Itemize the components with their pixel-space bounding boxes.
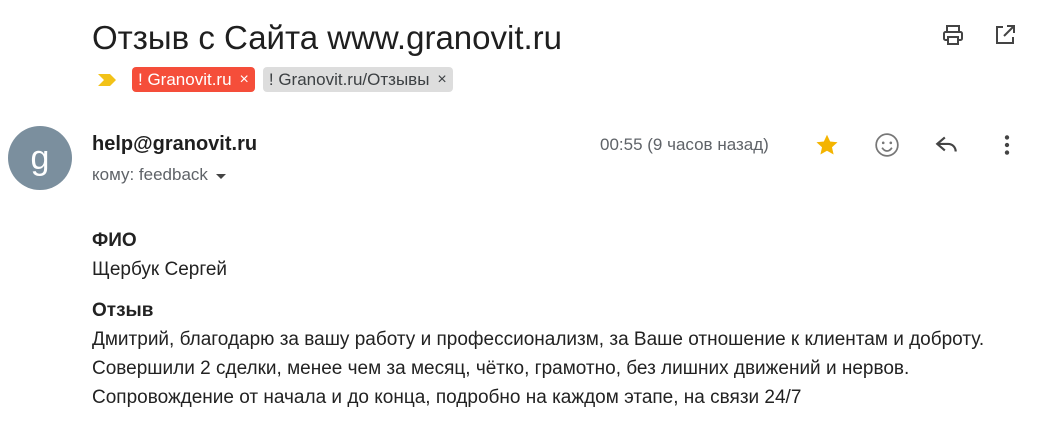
review-field-label: Отзыв [92, 300, 154, 321]
open-in-new-icon[interactable] [990, 20, 1020, 50]
label-chip-text: ! Granovit.ru [138, 69, 232, 89]
more-vert-icon[interactable] [992, 130, 1022, 160]
remove-label-icon[interactable]: × [437, 71, 446, 89]
remove-label-icon[interactable]: × [240, 71, 249, 89]
avatar-letter: g [30, 138, 50, 177]
review-line: Дмитрий, благодарю за вашу работу и проф… [92, 329, 985, 350]
star-icon[interactable] [812, 130, 842, 160]
recipient-text: кому: feedback [92, 165, 208, 184]
emoji-icon[interactable] [872, 130, 902, 160]
name-field-label: ФИО [92, 230, 137, 251]
label-chip-text: ! Granovit.ru/Отзывы [268, 69, 430, 89]
review-line: Сопровождение от начала и до конца, подр… [92, 387, 802, 408]
avatar[interactable]: g [8, 126, 72, 190]
chevron-down-icon[interactable] [215, 173, 226, 179]
reply-icon[interactable] [932, 130, 962, 160]
top-actions [938, 20, 1020, 50]
email-subject: Отзыв с Сайта www.granovit.ru [92, 19, 563, 56]
label-chips: ! Granovit.ru × ! Granovit.ru/Отзывы × [96, 67, 453, 92]
print-icon[interactable] [938, 20, 968, 50]
label-chip-granovit[interactable]: ! Granovit.ru × [132, 67, 255, 92]
review-line: Совершили 2 сделки, менее чем за месяц, … [92, 358, 910, 379]
recipient-details[interactable]: кому: feedback [92, 165, 226, 185]
label-chip-granovit-reviews[interactable]: ! Granovit.ru/Отзывы × [262, 67, 453, 92]
name-field-value: Щербук Сергей [92, 259, 228, 280]
importance-marker-icon[interactable] [96, 68, 118, 92]
message-body: ФИО Щербук Сергей Отзыв Дмитрий, благода… [92, 226, 984, 412]
message-actions [812, 130, 1022, 160]
timestamp: 00:55 (9 часов назад) [600, 135, 769, 154]
sender-address[interactable]: help@granovit.ru [92, 133, 257, 156]
